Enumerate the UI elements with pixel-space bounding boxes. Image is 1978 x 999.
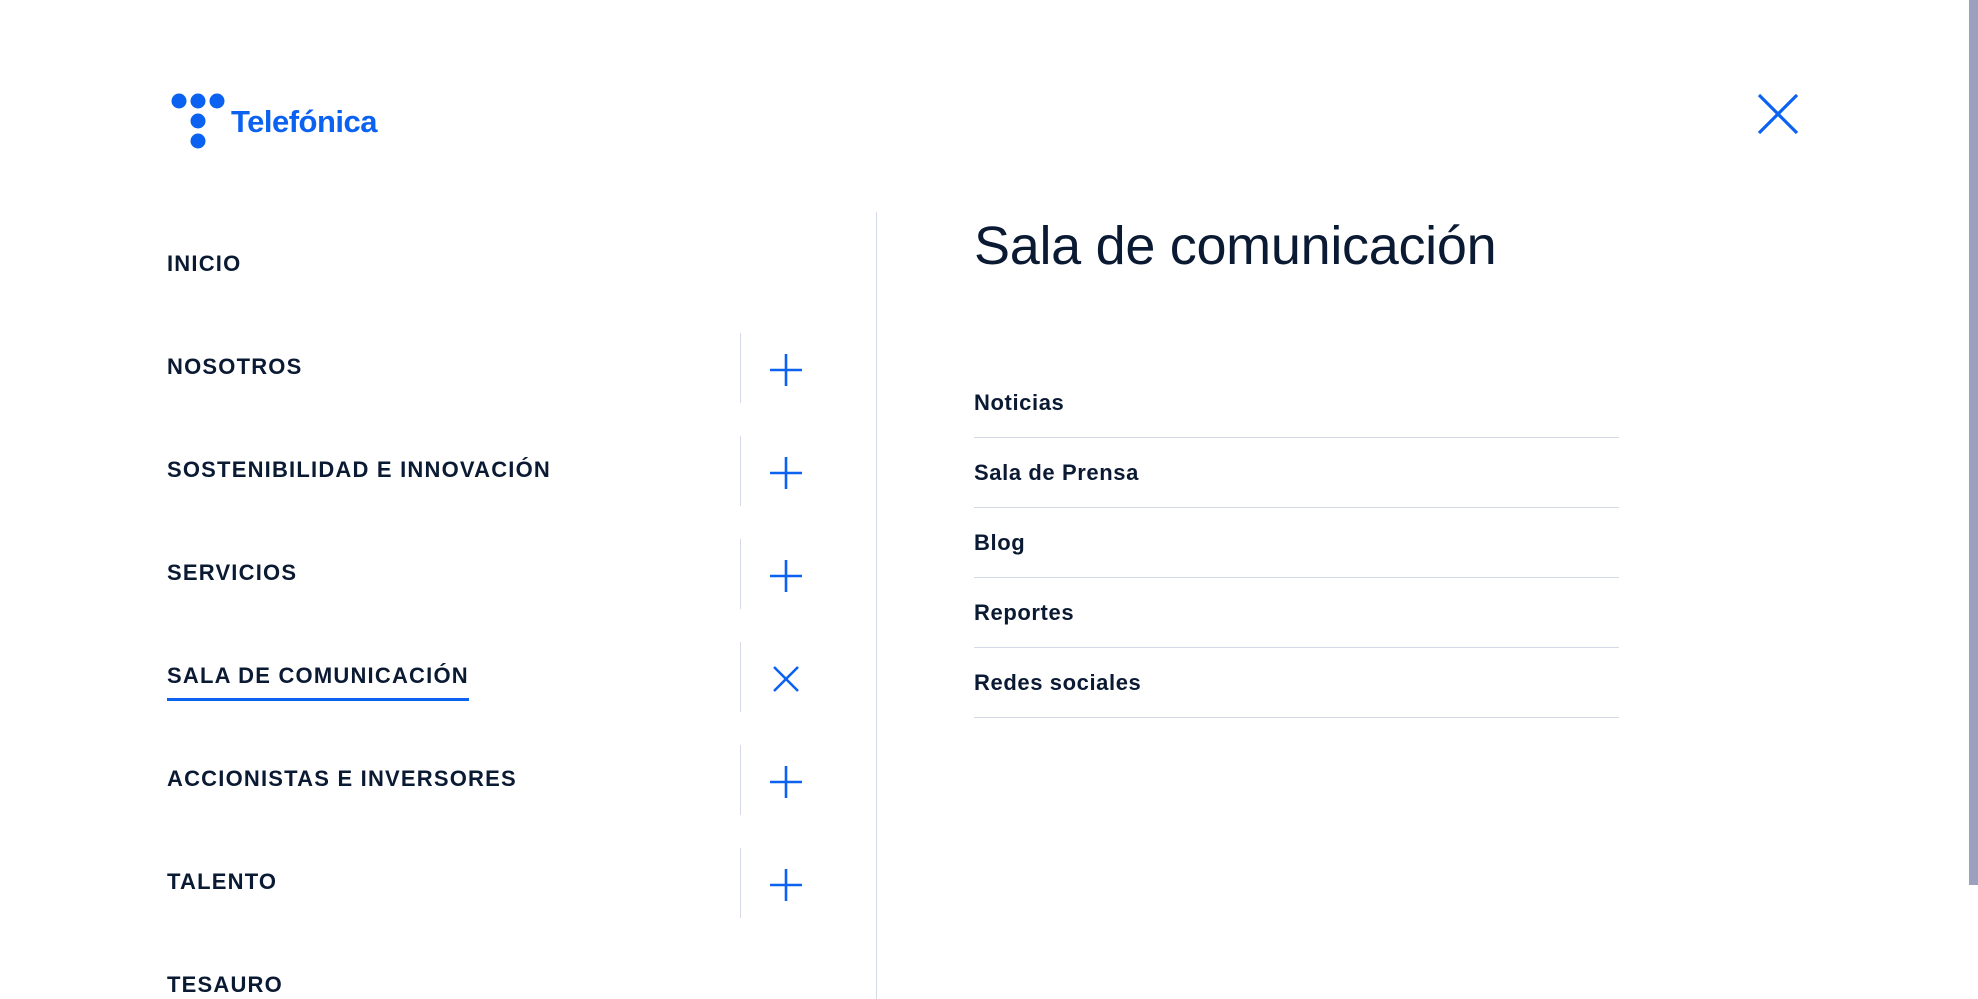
panel-title: Sala de comunicación xyxy=(974,216,1497,276)
scrollbar-thumb[interactable] xyxy=(1969,0,1978,885)
nav-item-servicios[interactable]: SERVICIOS xyxy=(167,522,807,625)
main-nav: INICIO NOSOTROS SOSTENIBILIDAD E INNOVAC… xyxy=(167,213,807,999)
expand-accionistas-button[interactable] xyxy=(740,745,832,815)
plus-icon xyxy=(770,457,802,489)
submenu-link-label[interactable]: Noticias xyxy=(974,390,1064,416)
submenu-link-sala-de-prensa[interactable]: Sala de Prensa xyxy=(974,438,1619,508)
plus-icon xyxy=(770,869,802,901)
submenu-link-redes-sociales[interactable]: Redes sociales xyxy=(974,648,1619,718)
scrollbar[interactable] xyxy=(1966,0,1978,999)
submenu-link-label[interactable]: Sala de Prensa xyxy=(974,460,1139,486)
nav-item-label[interactable]: ACCIONISTAS E INVERSORES xyxy=(167,766,517,792)
submenu-link-noticias[interactable]: Noticias xyxy=(974,368,1619,438)
nav-item-label[interactable]: INICIO xyxy=(167,251,241,277)
close-icon xyxy=(773,666,799,692)
nav-item-label[interactable]: SERVICIOS xyxy=(167,560,297,586)
expand-nosotros-button[interactable] xyxy=(740,333,832,403)
close-menu-button[interactable] xyxy=(1756,92,1800,136)
plus-icon xyxy=(770,766,802,798)
nav-item-label[interactable]: NOSOTROS xyxy=(167,354,303,380)
nav-item-nosotros[interactable]: NOSOTROS xyxy=(167,316,807,419)
plus-icon xyxy=(770,560,802,592)
expand-talento-button[interactable] xyxy=(740,848,832,918)
nav-item-sostenibilidad[interactable]: SOSTENIBILIDAD E INNOVACIÓN xyxy=(167,419,807,522)
nav-item-sala-de-comunicacion[interactable]: SALA DE COMUNICACIÓN xyxy=(167,625,807,728)
submenu-link-blog[interactable]: Blog xyxy=(974,508,1619,578)
nav-item-inicio[interactable]: INICIO xyxy=(167,213,807,316)
column-divider xyxy=(876,212,877,999)
nav-item-label[interactable]: TALENTO xyxy=(167,869,277,895)
plus-icon xyxy=(770,354,802,386)
nav-item-tesauro[interactable]: TESAURO xyxy=(167,934,807,999)
telefonica-logo-icon xyxy=(171,93,225,149)
collapse-sala-button[interactable] xyxy=(740,642,832,712)
submenu-link-label[interactable]: Reportes xyxy=(974,600,1074,626)
nav-item-label[interactable]: TESAURO xyxy=(167,972,283,998)
expand-servicios-button[interactable] xyxy=(740,539,832,609)
submenu-link-label[interactable]: Redes sociales xyxy=(974,670,1141,696)
telefonica-logo[interactable]: Telefónica xyxy=(171,93,378,151)
nav-item-accionistas[interactable]: ACCIONISTAS E INVERSORES xyxy=(167,728,807,831)
submenu-link-label[interactable]: Blog xyxy=(974,530,1025,556)
logo-wordmark: Telefónica xyxy=(231,104,378,139)
submenu-list: Noticias Sala de Prensa Blog Reportes Re… xyxy=(974,368,1619,718)
nav-item-label[interactable]: SOSTENIBILIDAD E INNOVACIÓN xyxy=(167,457,551,483)
submenu-link-reportes[interactable]: Reportes xyxy=(974,578,1619,648)
nav-item-talento[interactable]: TALENTO xyxy=(167,831,807,934)
expand-sostenibilidad-button[interactable] xyxy=(740,436,832,506)
navigation-overlay: Telefónica INICIO NOSOTROS SOSTENIBILIDA… xyxy=(0,0,1978,999)
close-icon xyxy=(1757,93,1799,135)
nav-item-label[interactable]: SALA DE COMUNICACIÓN xyxy=(167,663,469,701)
